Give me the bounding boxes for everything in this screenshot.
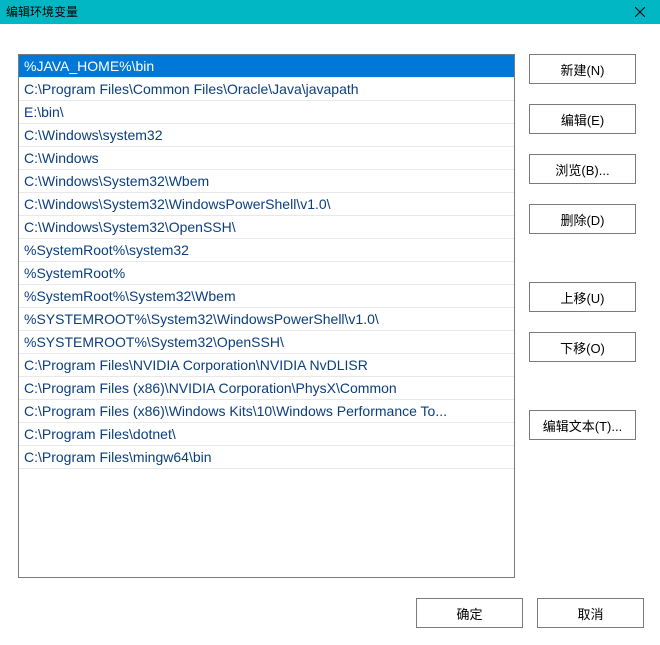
move-up-button[interactable]: 上移(U)	[529, 282, 636, 312]
title-bar: 编辑环境变量	[0, 0, 660, 24]
list-item[interactable]: C:\Program Files\NVIDIA Corporation\NVID…	[19, 354, 514, 377]
list-item[interactable]: %SYSTEMROOT%\System32\OpenSSH\	[19, 331, 514, 354]
list-item[interactable]: C:\Windows\System32\WindowsPowerShell\v1…	[19, 193, 514, 216]
path-listbox[interactable]: %JAVA_HOME%\binC:\Program Files\Common F…	[18, 54, 515, 578]
browse-button[interactable]: 浏览(B)...	[529, 154, 636, 184]
list-item[interactable]: C:\Program Files\dotnet\	[19, 423, 514, 446]
dialog-content: %JAVA_HOME%\binC:\Program Files\Common F…	[0, 24, 660, 594]
list-item[interactable]: E:\bin\	[19, 101, 514, 124]
list-item[interactable]: C:\Windows	[19, 147, 514, 170]
close-button[interactable]	[620, 0, 660, 24]
dialog-footer: 确定 取消	[0, 594, 660, 640]
list-item[interactable]: %SystemRoot%	[19, 262, 514, 285]
side-button-panel: 新建(N) 编辑(E) 浏览(B)... 删除(D) 上移(U) 下移(O) 编…	[529, 54, 636, 578]
list-item[interactable]: %SYSTEMROOT%\System32\WindowsPowerShell\…	[19, 308, 514, 331]
spacer	[529, 254, 636, 282]
close-icon	[635, 7, 645, 17]
dialog-title: 编辑环境变量	[6, 0, 78, 24]
cancel-button[interactable]: 取消	[537, 598, 644, 628]
delete-button[interactable]: 删除(D)	[529, 204, 636, 234]
list-item[interactable]: C:\Program Files\Common Files\Oracle\Jav…	[19, 78, 514, 101]
list-item[interactable]: C:\Program Files (x86)\NVIDIA Corporatio…	[19, 377, 514, 400]
list-item[interactable]: C:\Windows\system32	[19, 124, 514, 147]
list-item[interactable]: %JAVA_HOME%\bin	[19, 55, 514, 78]
list-item[interactable]: C:\Program Files\mingw64\bin	[19, 446, 514, 469]
ok-button[interactable]: 确定	[416, 598, 523, 628]
edit-button[interactable]: 编辑(E)	[529, 104, 636, 134]
list-item[interactable]: %SystemRoot%\system32	[19, 239, 514, 262]
spacer	[529, 382, 636, 410]
list-item[interactable]: %SystemRoot%\System32\Wbem	[19, 285, 514, 308]
list-item[interactable]: C:\Windows\System32\OpenSSH\	[19, 216, 514, 239]
new-button[interactable]: 新建(N)	[529, 54, 636, 84]
list-item[interactable]: C:\Program Files (x86)\Windows Kits\10\W…	[19, 400, 514, 423]
list-item[interactable]: C:\Windows\System32\Wbem	[19, 170, 514, 193]
move-down-button[interactable]: 下移(O)	[529, 332, 636, 362]
edit-text-button[interactable]: 编辑文本(T)...	[529, 410, 636, 440]
